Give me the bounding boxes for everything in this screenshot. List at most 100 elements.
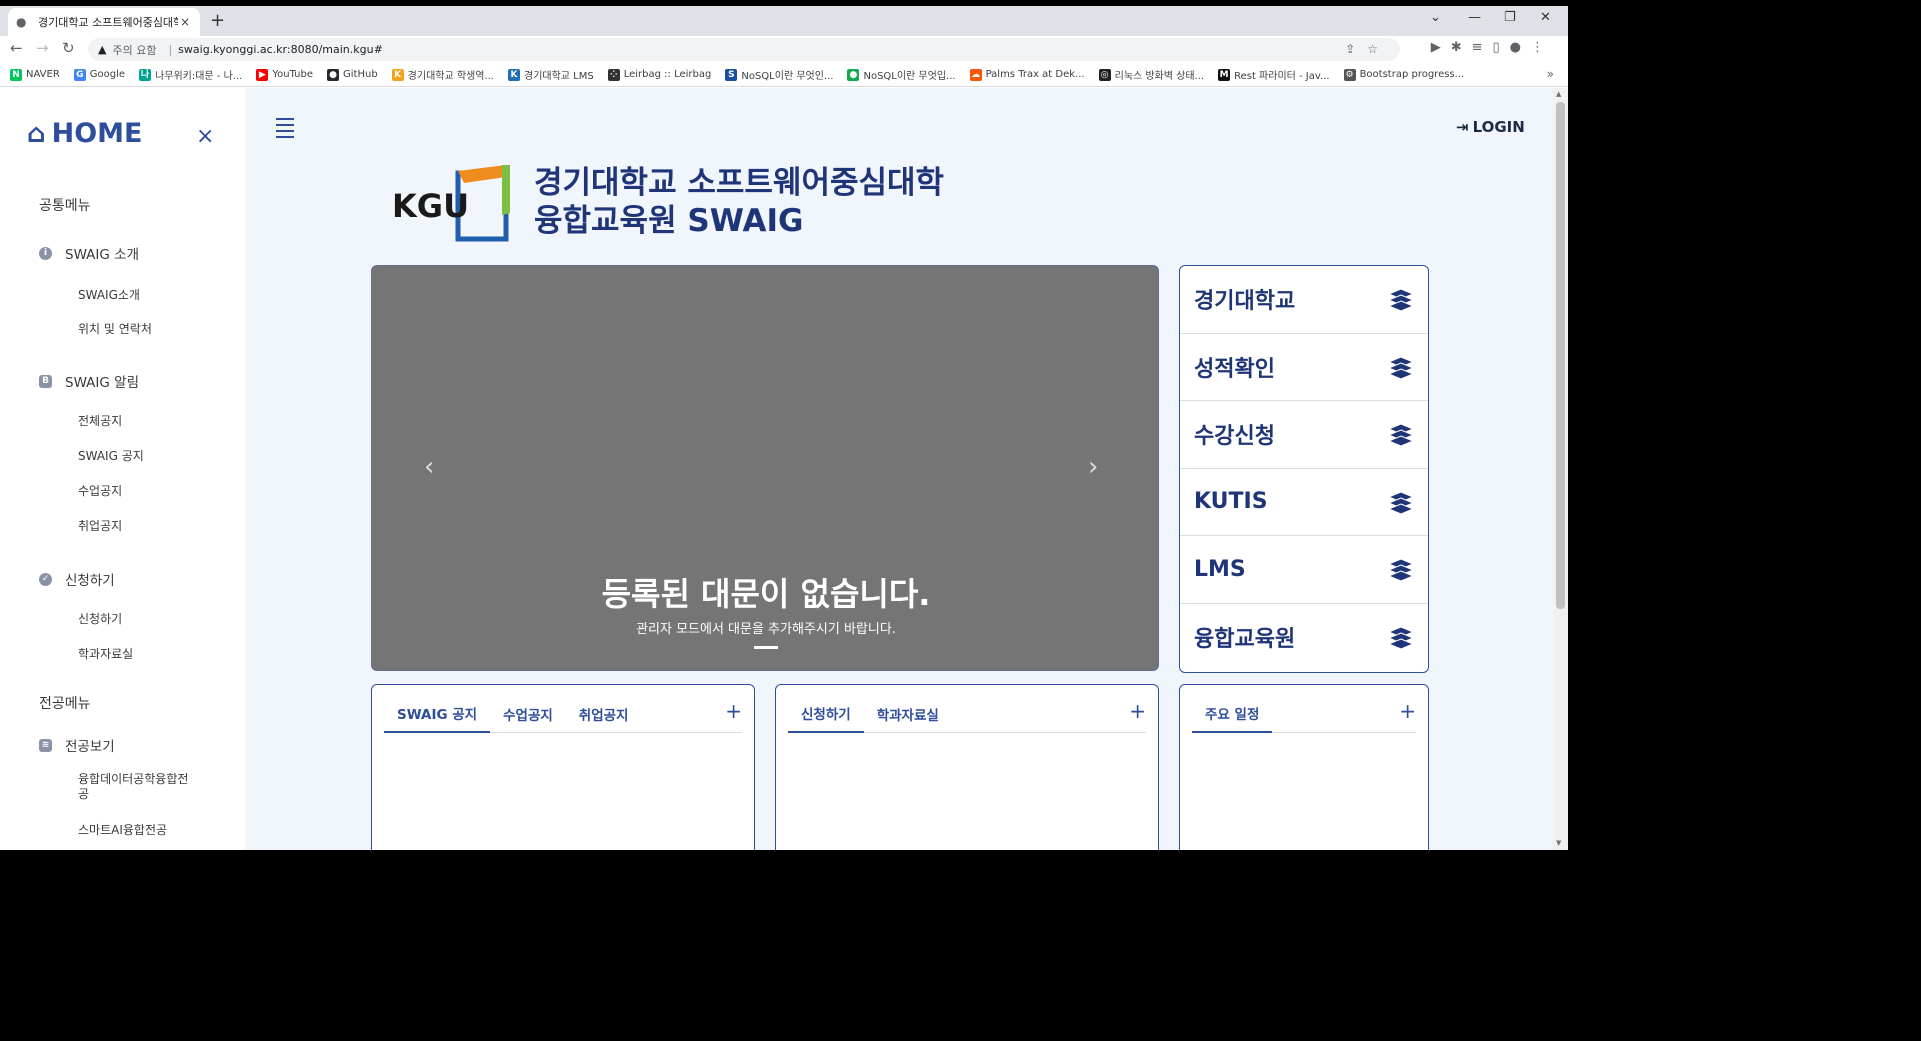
close-sidebar-icon[interactable]: × <box>196 124 214 149</box>
page-scrollbar[interactable]: ▲ ▼ <box>1553 88 1568 850</box>
chevron-right-icon[interactable]: › <box>1088 452 1098 482</box>
tab-class-notice[interactable]: 수업공지 <box>490 704 566 732</box>
share-star-icons[interactable]: ⇪☆ <box>1345 42 1390 56</box>
layers-icon <box>1388 423 1414 447</box>
bookmark-item[interactable]: M Rest 파라미터 - Jav... <box>1218 67 1330 82</box>
bookmark-item[interactable]: K 경기대학교 학생역... <box>391 67 494 82</box>
bookmark-item[interactable]: ▶ YouTube <box>256 68 313 81</box>
bookmark-item[interactable]: N NAVER <box>10 68 60 81</box>
sidebar-item-class-notice[interactable]: 수업공지 <box>78 484 193 499</box>
scroll-up-icon[interactable]: ▲ <box>1556 90 1561 98</box>
sidebar-item-swaig-intro[interactable]: SWAIG소개 <box>78 288 193 303</box>
bookmark-favicon-icon: K <box>391 68 404 81</box>
web-page: ⌂ HOME × 공통메뉴 i SWAIG 소개 SWAIG소개 위치 및 연락… <box>0 88 1568 850</box>
bookmark-label: Palms Trax at Dek... <box>985 69 1085 80</box>
quick-links-panel: 경기대학교 성적확인 수강신청 KUTIS LMS 융합교육원 <box>1179 265 1429 673</box>
quick-link-item[interactable]: 융합교육원 <box>1180 604 1428 672</box>
warning-icon: ▲ <box>98 43 107 56</box>
main-carousel: ‹ › 등록된 대문이 없습니다. 관리자 모드에서 대문을 추가해주시기 바랍… <box>371 265 1159 671</box>
bookmark-item[interactable]: ⁘ Leirbag :: Leirbag <box>607 68 711 81</box>
layers-icon <box>1388 558 1414 582</box>
bookmark-label: 리눅스 방화벽 상태... <box>1114 71 1205 82</box>
tab-strip: ● 경기대학교 소프트웨어중심대학 × + ⌄ — ❐ ✕ <box>0 6 1568 36</box>
bookmark-item[interactable]: ● GitHub <box>327 68 378 81</box>
quick-link-item[interactable]: KUTIS <box>1180 469 1428 536</box>
tab-schedule[interactable]: 주요 일정 <box>1192 703 1273 733</box>
site-title: 경기대학교 소프트웨어중심대학 융합교육원 SWAIG <box>534 164 944 240</box>
tab-search-icon[interactable]: ⌄ <box>1430 10 1441 25</box>
home-link[interactable]: ⌂ HOME <box>27 118 143 149</box>
bookmark-item[interactable]: 나 나무위키:대문 - 나... <box>139 67 242 82</box>
tab-job-notice[interactable]: 취업공지 <box>566 704 642 732</box>
bookmark-label: 경기대학교 LMS <box>524 71 594 82</box>
bookmark-item[interactable]: S NoSQL이란 무엇인... <box>725 67 833 82</box>
plus-icon[interactable]: + <box>1399 701 1416 721</box>
board-tabs: 신청하기 학과자료실 <box>788 697 1146 733</box>
bookmark-label: Bootstrap progress... <box>1359 69 1465 80</box>
sidebar-item-all-notice[interactable]: 전체공지 <box>78 414 193 429</box>
tab-title: 경기대학교 소프트웨어중심대학 <box>38 16 178 29</box>
quick-link-item[interactable]: 경기대학교 <box>1180 266 1428 334</box>
chevron-left-icon[interactable]: ‹ <box>424 452 434 482</box>
bookmark-label: 경기대학교 학생역... <box>407 71 494 82</box>
bookmark-item[interactable]: ☁ Palms Trax at Dek... <box>969 68 1085 81</box>
sidebar-group-label: SWAIG 소개 <box>65 247 139 263</box>
bookmark-item[interactable]: G Google <box>73 68 125 81</box>
scroll-down-icon[interactable]: ▼ <box>1556 839 1561 847</box>
menu-toggle-icon[interactable] <box>276 118 294 142</box>
window-close-icon[interactable]: ✕ <box>1540 10 1551 25</box>
site-title-line2: 융합교육원 SWAIG <box>534 203 804 239</box>
tab-archive[interactable]: 학과자료실 <box>864 704 952 732</box>
new-tab-button[interactable]: + <box>210 10 225 32</box>
bookmark-item[interactable]: ◎ 리눅스 방화벽 상태... <box>1098 67 1205 82</box>
scroll-thumb[interactable] <box>1556 102 1565 609</box>
reload-icon[interactable]: ↻ <box>62 39 75 57</box>
bookmark-favicon-icon: G <box>73 68 86 81</box>
sidebar-item-archive[interactable]: 학과자료실 <box>78 647 193 662</box>
tab-apply[interactable]: 신청하기 <box>788 703 864 733</box>
browser-tab[interactable]: ● 경기대학교 소프트웨어중심대학 × <box>8 8 200 36</box>
sidebar-group-major[interactable]: ≋ 전공보기 <box>39 735 115 755</box>
sidebar-item-swaig-notice[interactable]: SWAIG 공지 <box>78 449 193 464</box>
sidebar-item-job-notice[interactable]: 취업공지 <box>78 519 193 534</box>
quick-link-item[interactable]: LMS <box>1180 536 1428 604</box>
common-menu-header: 공통메뉴 <box>39 198 91 214</box>
forward-icon[interactable]: → <box>36 39 49 57</box>
extensions-icons[interactable]: ▶✱≡▯●⋮ <box>1431 40 1554 55</box>
login-button[interactable]: ⇥ LOGIN <box>1456 118 1525 136</box>
minimize-icon[interactable]: — <box>1468 10 1481 25</box>
bookmark-favicon-icon: ▶ <box>256 68 269 81</box>
bookmark-favicon-icon: ● <box>847 68 860 81</box>
plus-icon[interactable]: + <box>725 701 742 721</box>
board-tabs: 주요 일정 <box>1192 697 1416 733</box>
plus-icon[interactable]: + <box>1129 701 1146 721</box>
bookmark-item[interactable]: K 경기대학교 LMS <box>508 67 594 82</box>
carousel-indicator[interactable] <box>754 646 778 649</box>
quick-link-label: LMS <box>1194 556 1246 582</box>
home-label: HOME <box>51 118 143 149</box>
carousel-subcaption: 관리자 모드에서 대문을 추가해주시기 바랍니다. <box>636 622 896 637</box>
bookmark-label: NoSQL이란 무엇인... <box>741 71 834 82</box>
tab-close-icon[interactable]: × <box>178 15 192 29</box>
sidebar-item-location[interactable]: 위치 및 연락처 <box>78 322 193 337</box>
bookmarks-more-icon[interactable]: » <box>1547 67 1554 81</box>
address-bar[interactable]: ▲ 주의 요함 | swaig.kyonggi.ac.kr:8080/main.… <box>88 38 1400 61</box>
kgu-logo[interactable]: KGU <box>390 163 515 245</box>
layers-icon: ≋ <box>39 738 52 752</box>
tab-swaig-notice[interactable]: SWAIG 공지 <box>384 703 491 733</box>
back-icon[interactable]: ← <box>10 39 23 57</box>
sidebar-group-apply[interactable]: ✓ 신청하기 <box>39 569 115 589</box>
sidebar-group-intro[interactable]: i SWAIG 소개 <box>39 243 139 263</box>
quick-link-item[interactable]: 수강신청 <box>1180 401 1428 469</box>
globe-icon: ● <box>16 15 27 29</box>
quick-link-item[interactable]: 성적확인 <box>1180 334 1428 401</box>
sidebar-item-major-ai[interactable]: 스마트AI융합전공 <box>78 823 193 838</box>
sidebar-group-label: 신청하기 <box>65 573 115 589</box>
sidebar-group-notice[interactable]: B SWAIG 알림 <box>39 371 139 391</box>
bookmark-item[interactable]: ● NoSQL이란 무엇입... <box>847 67 956 82</box>
restore-icon[interactable]: ❐ <box>1504 10 1516 25</box>
sidebar-item-apply[interactable]: 신청하기 <box>78 612 193 627</box>
bookmark-item[interactable]: ⚙ Bootstrap progress... <box>1343 68 1465 81</box>
layers-icon <box>1388 288 1414 312</box>
sidebar-item-major-data[interactable]: 융합데이터공학융합전공 <box>78 772 193 802</box>
